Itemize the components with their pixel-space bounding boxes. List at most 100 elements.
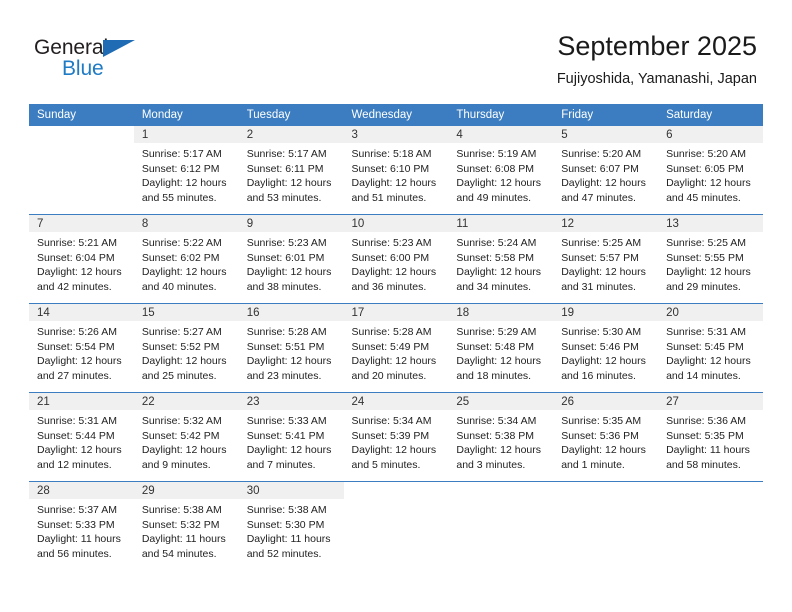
day-cell-content: 14 Sunrise: 5:26 AM Sunset: 5:54 PM Dayligh… (29, 304, 134, 392)
calendar-day-cell[interactable]: 18 Sunrise: 5:29 AM Sunset: 5:48 PM Dayligh… (448, 303, 554, 393)
calendar-day-cell[interactable]: 4 Sunrise: 5:19 AM Sunset: 6:08 PM Daylight… (448, 126, 554, 215)
calendar-day-cell[interactable]: 5 Sunrise: 5:20 AM Sunset: 6:07 PM Daylight… (553, 126, 659, 215)
sunrise-text: Sunrise: 5:26 AM (37, 326, 117, 338)
day-cell-content: 2 Sunrise: 5:17 AM Sunset: 6:11 PM Daylight… (238, 126, 344, 214)
calendar-page: General Blue September 2025 Fujiyoshida,… (0, 0, 792, 612)
calendar-day-cell[interactable]: 13 Sunrise: 5:25 AM Sunset: 5:55 PM Dayligh… (658, 214, 763, 304)
daylight-text-line2: and 51 minutes. (351, 191, 427, 204)
sunset-text: Sunset: 5:38 PM (456, 429, 535, 442)
day-cell-content (553, 482, 659, 570)
sunrise-text: Sunrise: 5:37 AM (37, 504, 117, 516)
day-cell-content: 4 Sunrise: 5:19 AM Sunset: 6:08 PM Daylight… (448, 126, 554, 214)
calendar-day-cell[interactable]: 24 Sunrise: 5:34 AM Sunset: 5:39 PM Dayligh… (343, 392, 449, 482)
calendar-day-cell[interactable]: 28 Sunrise: 5:37 AM Sunset: 5:33 PM Dayligh… (29, 481, 134, 570)
calendar-day-cell[interactable]: 6 Sunrise: 5:20 AM Sunset: 6:05 PM Daylight… (658, 126, 763, 215)
day-cell-content: 10 Sunrise: 5:23 AM Sunset: 6:00 PM Dayligh… (343, 215, 449, 303)
day-number: 21 (29, 393, 134, 410)
day-cell-content (448, 482, 554, 570)
calendar-day-cell[interactable]: 8 Sunrise: 5:22 AM Sunset: 6:02 PM Daylight… (133, 214, 239, 304)
calendar-day-cell[interactable]: 15 Sunrise: 5:27 AM Sunset: 5:52 PM Dayligh… (133, 303, 239, 393)
sunrise-text: Sunrise: 5:23 AM (351, 237, 432, 249)
daylight-text-line2: and 31 minutes. (561, 280, 636, 293)
calendar-day-cell[interactable]: 2 Sunrise: 5:17 AM Sunset: 6:11 PM Daylight… (238, 126, 344, 215)
daylight-text-line1: Daylight: 12 hours (666, 355, 751, 368)
daylight-text-line2: and 23 minutes. (246, 369, 322, 382)
daylight-text-line2: and 38 minutes. (246, 280, 322, 293)
sunset-text: Sunset: 6:00 PM (351, 251, 430, 264)
sunrise-text: Sunrise: 5:38 AM (246, 504, 327, 516)
calendar-day-cell[interactable]: 3 Sunrise: 5:18 AM Sunset: 6:10 PM Daylight… (343, 126, 449, 215)
sunset-text: Sunset: 6:08 PM (456, 162, 535, 175)
sunset-text: Sunset: 5:35 PM (666, 429, 744, 442)
calendar-day-cell[interactable]: 29 Sunrise: 5:38 AM Sunset: 5:32 PM Dayligh… (133, 481, 239, 570)
day-details: Sunrise: 5:31 AM Sunset: 5:44 PM Daylight:… (29, 410, 134, 472)
daylight-text-line2: and 34 minutes. (456, 280, 532, 293)
calendar-day-cell[interactable]: 9 Sunrise: 5:23 AM Sunset: 6:01 PM Daylight… (238, 214, 344, 304)
day-number: 4 (448, 126, 554, 143)
day-number (29, 126, 134, 143)
day-cell-content: 16 Sunrise: 5:28 AM Sunset: 5:51 PM Dayligh… (238, 304, 344, 392)
calendar-day-cell[interactable]: 14 Sunrise: 5:26 AM Sunset: 5:54 PM Dayligh… (29, 303, 134, 393)
day-details: Sunrise: 5:23 AM Sunset: 6:00 PM Daylight:… (344, 232, 449, 294)
calendar-day-cell[interactable]: 19 Sunrise: 5:30 AM Sunset: 5:46 PM Dayligh… (553, 303, 659, 393)
sunset-text: Sunset: 6:12 PM (141, 162, 220, 175)
weekday-header-friday: Friday (553, 104, 659, 126)
calendar-day-cell[interactable]: 12 Sunrise: 5:25 AM Sunset: 5:57 PM Dayligh… (553, 214, 659, 304)
day-details: Sunrise: 5:21 AM Sunset: 6:04 PM Daylight:… (29, 232, 134, 294)
daylight-text-line2: and 40 minutes. (141, 280, 217, 293)
day-details: Sunrise: 5:23 AM Sunset: 6:01 PM Daylight:… (239, 232, 344, 294)
day-number (553, 482, 659, 499)
daylight-text-line1: Daylight: 11 hours (246, 533, 331, 546)
daylight-text-line1: Daylight: 12 hours (456, 355, 542, 368)
calendar-day-cell[interactable]: 1 Sunrise: 5:17 AM Sunset: 6:12 PM Daylight… (133, 126, 239, 215)
day-number: 25 (448, 393, 554, 410)
general-blue-logo[interactable]: General Blue (34, 36, 234, 86)
calendar-day-cell[interactable]: 21 Sunrise: 5:31 AM Sunset: 5:44 PM Dayligh… (29, 392, 134, 482)
calendar-day-cell[interactable]: 20 Sunrise: 5:31 AM Sunset: 5:45 PM Dayligh… (658, 303, 763, 393)
day-details: Sunrise: 5:27 AM Sunset: 5:52 PM Daylight:… (134, 321, 239, 383)
calendar-day-cell[interactable]: 25 Sunrise: 5:34 AM Sunset: 5:38 PM Dayligh… (448, 392, 554, 482)
daylight-text-line2: and 27 minutes. (37, 369, 112, 382)
day-cell-content: 15 Sunrise: 5:27 AM Sunset: 5:52 PM Dayligh… (133, 304, 239, 392)
calendar-body: 1 Sunrise: 5:17 AM Sunset: 6:12 PM Daylight… (29, 126, 763, 570)
calendar-day-cell[interactable]: 26 Sunrise: 5:35 AM Sunset: 5:36 PM Dayligh… (553, 392, 659, 482)
calendar-day-cell[interactable]: 16 Sunrise: 5:28 AM Sunset: 5:51 PM Dayligh… (238, 303, 344, 393)
calendar-day-cell[interactable]: 27 Sunrise: 5:36 AM Sunset: 5:35 PM Dayligh… (658, 392, 763, 482)
calendar-day-cell[interactable]: 23 Sunrise: 5:33 AM Sunset: 5:41 PM Dayligh… (238, 392, 344, 482)
day-number: 15 (133, 304, 239, 321)
calendar-day-cell[interactable]: 7 Sunrise: 5:21 AM Sunset: 6:04 PM Daylight… (29, 214, 134, 304)
logo-text-blue: Blue (62, 57, 104, 80)
daylight-text-line2: and 16 minutes. (561, 369, 636, 382)
daylight-text-line2: and 25 minutes. (141, 369, 217, 382)
calendar-day-cell (553, 481, 659, 570)
day-number: 10 (343, 215, 449, 232)
day-number: 16 (238, 304, 344, 321)
sunset-text: Sunset: 6:04 PM (37, 251, 115, 264)
day-cell-content: 1 Sunrise: 5:17 AM Sunset: 6:12 PM Daylight… (133, 126, 239, 214)
sunset-text: Sunset: 5:39 PM (351, 429, 430, 442)
sunrise-text: Sunrise: 5:21 AM (37, 237, 117, 249)
calendar-day-cell[interactable]: 30 Sunrise: 5:38 AM Sunset: 5:30 PM Dayligh… (238, 481, 344, 570)
calendar-day-cell[interactable]: 17 Sunrise: 5:28 AM Sunset: 5:49 PM Dayligh… (343, 303, 449, 393)
calendar-grid: Sunday Monday Tuesday Wednesday Thursday… (29, 104, 763, 570)
day-number: 7 (29, 215, 134, 232)
calendar-day-cell[interactable]: 22 Sunrise: 5:32 AM Sunset: 5:42 PM Dayligh… (133, 392, 239, 482)
sunrise-text: Sunrise: 5:18 AM (351, 148, 432, 160)
day-details: Sunrise: 5:34 AM Sunset: 5:39 PM Daylight:… (344, 410, 449, 472)
sunset-text: Sunset: 6:02 PM (141, 251, 220, 264)
day-cell-content: 28 Sunrise: 5:37 AM Sunset: 5:33 PM Dayligh… (29, 482, 134, 570)
day-cell-content: 6 Sunrise: 5:20 AM Sunset: 6:05 PM Daylight… (658, 126, 763, 214)
calendar-day-cell (658, 481, 763, 570)
day-details: Sunrise: 5:33 AM Sunset: 5:41 PM Daylight:… (239, 410, 344, 472)
day-details: Sunrise: 5:31 AM Sunset: 5:45 PM Daylight:… (658, 321, 763, 383)
title-block: September 2025 Fujiyoshida, Yamanashi, J… (557, 30, 757, 89)
sunrise-text: Sunrise: 5:20 AM (561, 148, 642, 160)
weekday-header-wednesday: Wednesday (343, 104, 449, 126)
daylight-text-line1: Daylight: 12 hours (456, 177, 542, 190)
calendar-day-cell[interactable]: 11 Sunrise: 5:24 AM Sunset: 5:58 PM Dayligh… (448, 214, 554, 304)
day-cell-content: 3 Sunrise: 5:18 AM Sunset: 6:10 PM Daylight… (343, 126, 449, 214)
day-number (658, 482, 763, 499)
calendar-day-cell[interactable]: 10 Sunrise: 5:23 AM Sunset: 6:00 PM Dayligh… (343, 214, 449, 304)
sunrise-text: Sunrise: 5:28 AM (351, 326, 432, 338)
day-details: Sunrise: 5:36 AM Sunset: 5:35 PM Daylight:… (658, 410, 763, 472)
